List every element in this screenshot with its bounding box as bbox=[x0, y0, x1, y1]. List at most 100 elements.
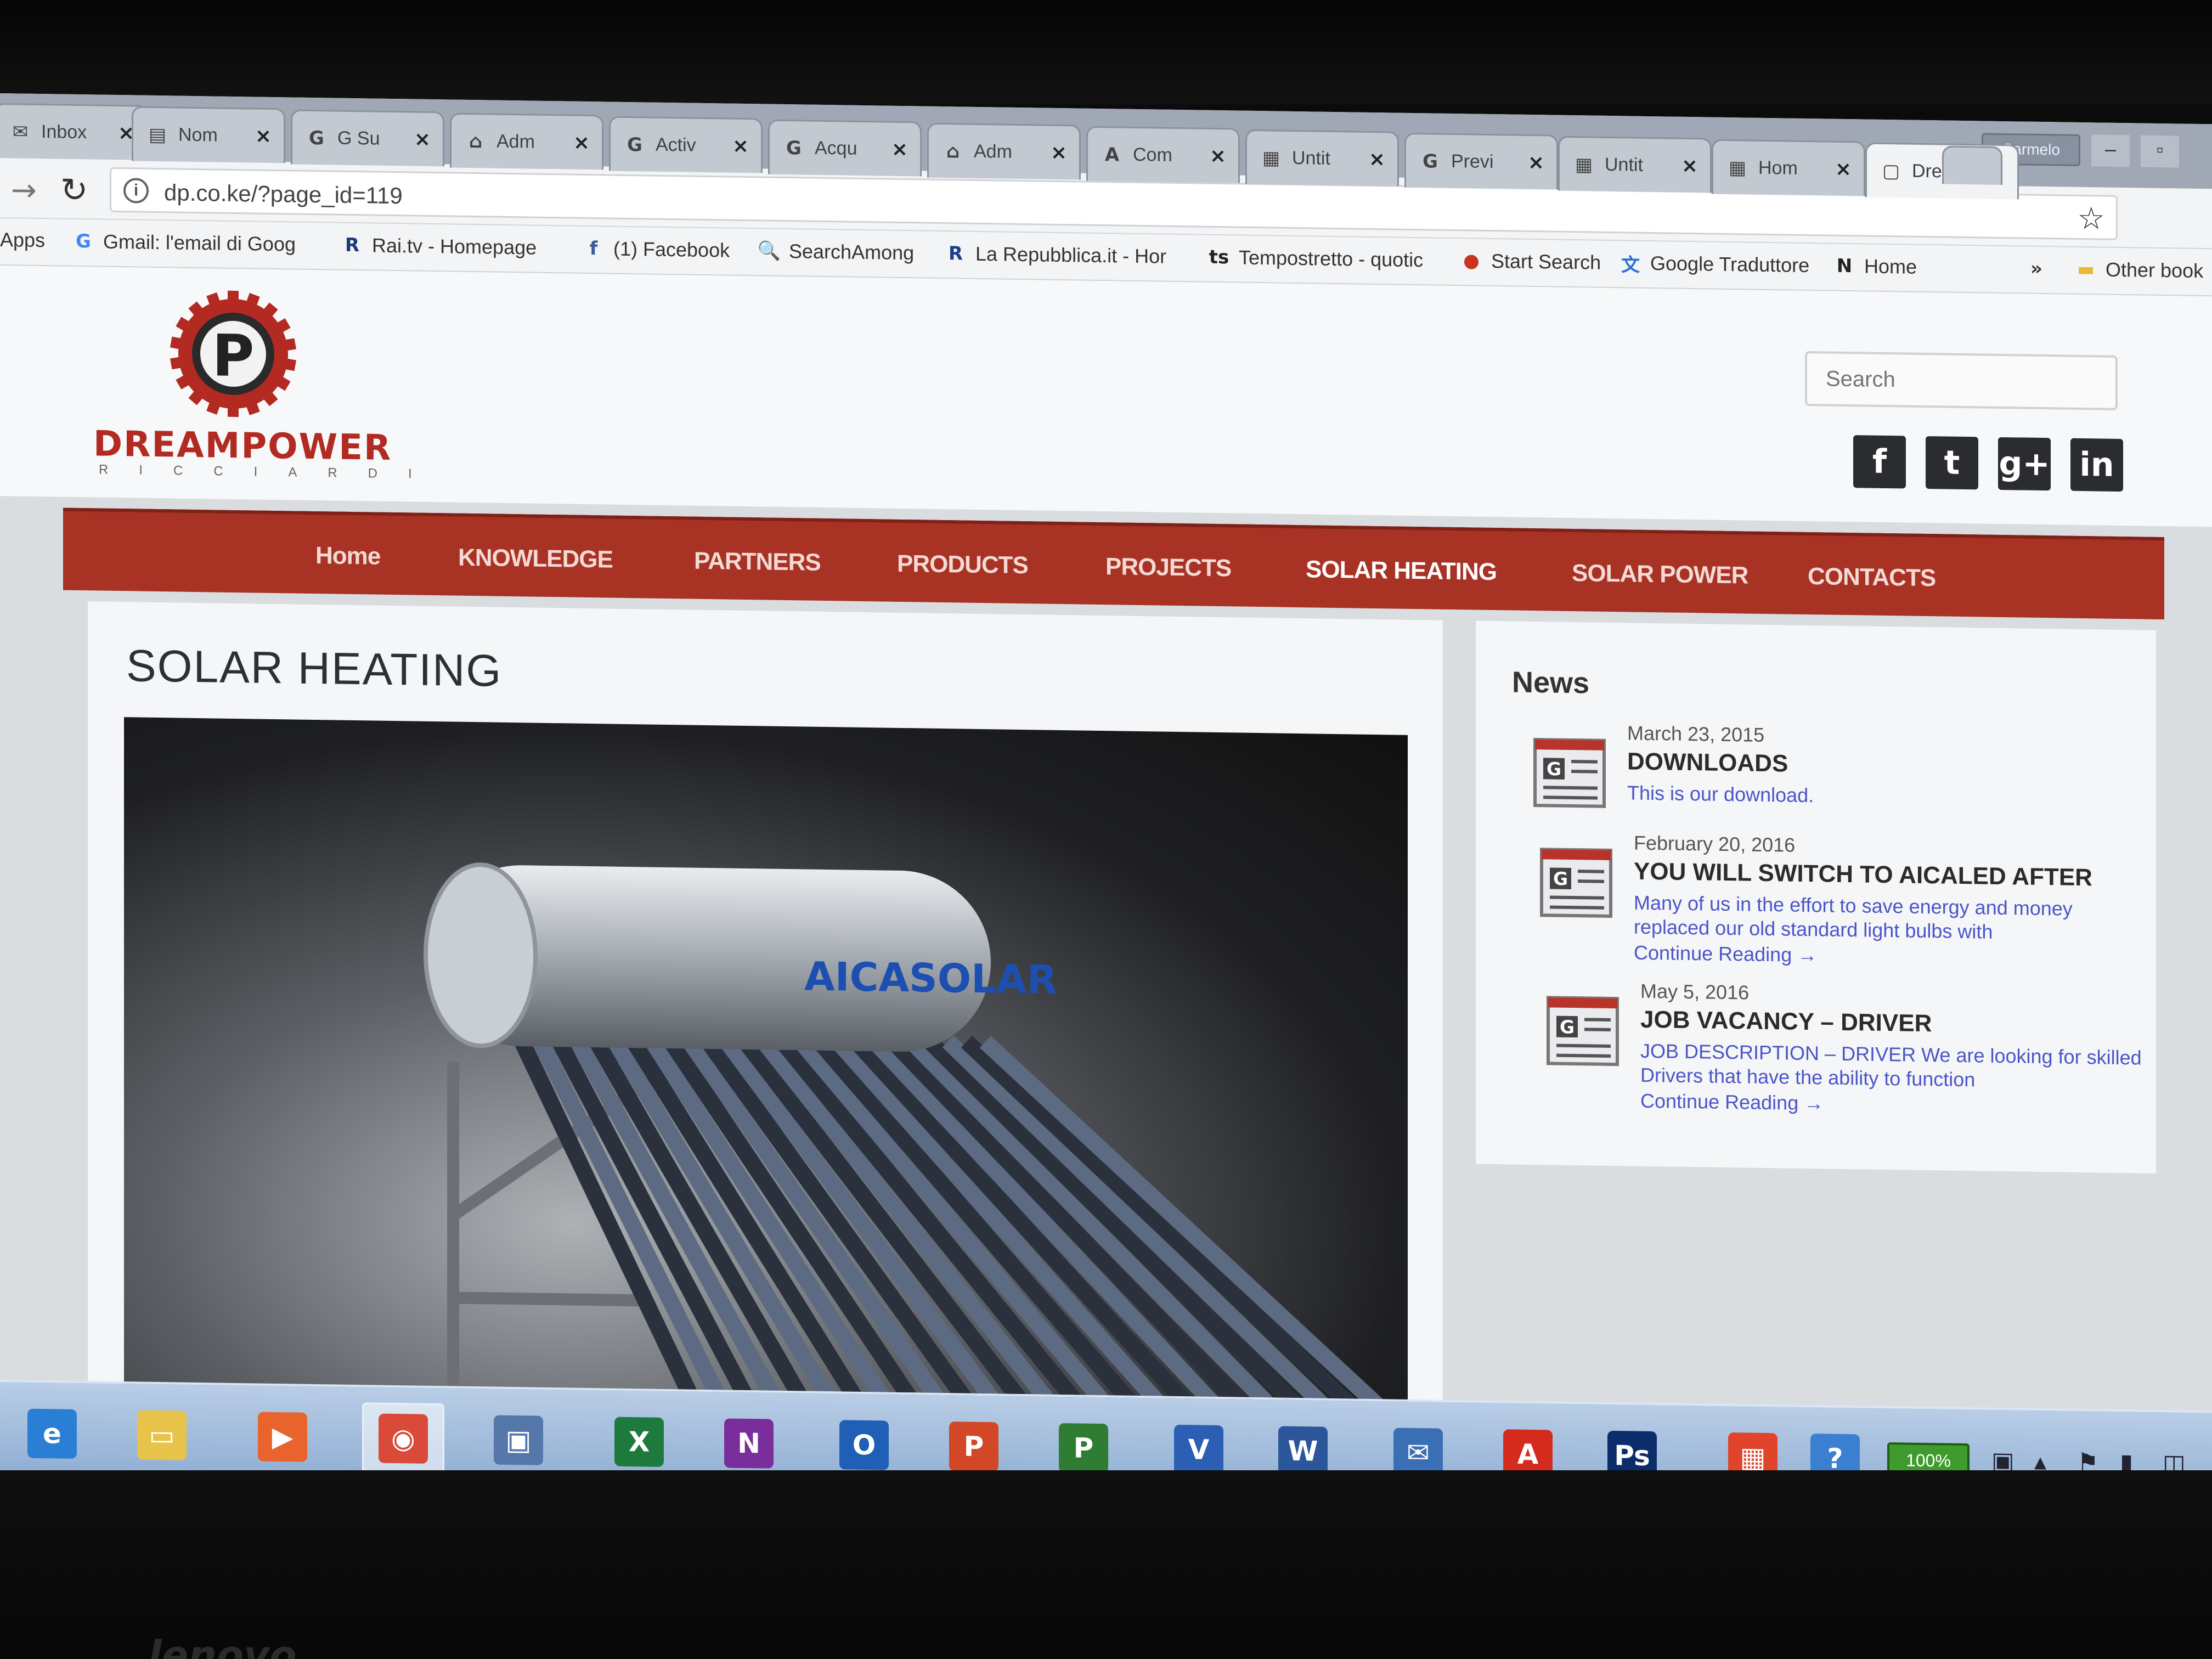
browser-tab[interactable]: G Acqu × bbox=[768, 119, 922, 177]
overflow-icon: » bbox=[2030, 257, 2042, 280]
doc-icon: ▤ bbox=[148, 123, 167, 146]
nav-item-contacts[interactable]: CONTACTS bbox=[1808, 563, 1936, 592]
taskbar-file-explorer-button[interactable]: ▭ bbox=[121, 1399, 203, 1471]
rai-icon: R bbox=[345, 234, 360, 257]
nav-item-knowledge[interactable]: KNOWLEDGE bbox=[458, 544, 613, 574]
main-navigation: Home KNOWLEDGE PARTNERS PRODUCTS PROJECTS SOL… bbox=[63, 507, 2164, 620]
ts-icon: ts bbox=[1209, 246, 1229, 269]
close-icon[interactable]: × bbox=[414, 128, 431, 151]
google-icon: G bbox=[1423, 150, 1438, 173]
twitter-icon[interactable]: t bbox=[1926, 436, 1978, 490]
google-icon: G bbox=[627, 133, 642, 156]
nav-item-solar-power[interactable]: SOLAR POWER bbox=[1572, 560, 1748, 589]
powerpoint-icon: P bbox=[949, 1421, 998, 1472]
bookmark-item[interactable]: ▬ Other book bbox=[2074, 257, 2203, 283]
close-icon[interactable]: × bbox=[1210, 145, 1226, 167]
reload-icon[interactable]: ↻ bbox=[60, 171, 88, 210]
laptop-bezel-bottom: lenovo bbox=[0, 1470, 2212, 1659]
newspaper-icon: G bbox=[1535, 841, 1617, 924]
page-title: SOLAR HEATING bbox=[126, 641, 503, 696]
nav-item-products[interactable]: PRODUCTS bbox=[897, 550, 1028, 579]
news-headline[interactable]: YOU WILL SWITCH TO AICALED AFTER bbox=[1634, 858, 2092, 892]
bookmark-star-icon[interactable]: ☆ bbox=[2078, 201, 2105, 237]
close-icon[interactable]: × bbox=[1835, 158, 1852, 180]
logo-wordmark[interactable]: DREAMPOWER bbox=[93, 424, 392, 469]
taskbar-excel-button[interactable]: X bbox=[598, 1406, 680, 1478]
bookmark-item[interactable]: » bbox=[2024, 257, 2049, 281]
tab-label: Untit bbox=[1292, 147, 1330, 169]
nav-item-solar-heating[interactable]: SOLAR HEATING bbox=[1306, 556, 1497, 586]
bookmark-item[interactable]: ts Tempostretto - quotic bbox=[1207, 245, 1423, 273]
facebook-icon[interactable]: f bbox=[1853, 435, 1906, 489]
news-excerpt[interactable]: JOB DESCRIPTION – DRIVER We are looking … bbox=[1640, 1039, 2145, 1094]
browser-tab[interactable]: ▦ Hom × bbox=[1712, 139, 1865, 196]
maximize-button[interactable]: ▫ bbox=[2141, 135, 2179, 168]
news-excerpt[interactable]: This is our download. bbox=[1627, 781, 2132, 812]
new-tab-button[interactable] bbox=[1942, 145, 2002, 185]
taskbar-onenote-button[interactable]: N bbox=[708, 1407, 790, 1480]
search-icon: 🔍 bbox=[757, 240, 781, 262]
browser-tab[interactable]: G G Su × bbox=[291, 109, 444, 167]
browser-tab[interactable]: ▦ Untit × bbox=[1558, 136, 1712, 193]
bookmark-item[interactable]: Apps bbox=[0, 228, 45, 252]
bookmark-label: Apps bbox=[0, 228, 46, 252]
bookmark-item[interactable]: R La Repubblica.it - Hor bbox=[944, 241, 1166, 269]
close-icon[interactable]: × bbox=[255, 125, 272, 147]
google-icon: G bbox=[786, 137, 802, 159]
tab-label: G Su bbox=[337, 127, 380, 149]
news-headline[interactable]: DOWNLOADS bbox=[1627, 748, 1788, 777]
nav-item-partners[interactable]: PARTNERS bbox=[694, 548, 821, 577]
n-icon: N bbox=[1836, 255, 1853, 278]
bookmark-item[interactable]: 🔍 SearchAmong bbox=[757, 239, 914, 265]
bookmark-item[interactable]: N Home bbox=[1832, 254, 1917, 279]
googleplus-icon[interactable]: g+ bbox=[1998, 437, 2051, 491]
bookmark-item[interactable]: ● Start Search bbox=[1459, 249, 1601, 275]
site-search-input[interactable] bbox=[1805, 351, 2118, 410]
monitor-bezel-top bbox=[0, 0, 2212, 104]
browser-tab[interactable]: ▤ Nom × bbox=[132, 106, 285, 163]
taskbar-media-player-button[interactable]: ▶ bbox=[241, 1401, 324, 1473]
minimize-button[interactable]: – bbox=[2091, 134, 2130, 167]
news-headline[interactable]: JOB VACANCY – DRIVER bbox=[1640, 1006, 1932, 1037]
browser-tab[interactable]: ⌂ Adm × bbox=[450, 112, 603, 170]
news-item: G February 20, 2016 YOU WILL SWITCH TO AIC… bbox=[1535, 830, 2149, 966]
nav-item-projects[interactable]: PROJECTS bbox=[1105, 553, 1231, 582]
translate-icon: 文 bbox=[1621, 253, 1640, 276]
close-icon[interactable]: × bbox=[891, 138, 908, 161]
close-icon[interactable]: × bbox=[573, 132, 590, 154]
news-list: G March 23, 2015 DOWNLOADS This is our down… bbox=[1476, 621, 2156, 1114]
bookmark-item[interactable]: f (1) Facebook bbox=[582, 236, 730, 263]
close-icon[interactable]: × bbox=[1528, 151, 1544, 174]
browser-tab[interactable]: A Com × bbox=[1086, 126, 1240, 183]
close-icon[interactable]: × bbox=[1369, 148, 1385, 171]
internet-explorer-icon: e bbox=[27, 1408, 77, 1459]
browser-tab[interactable]: G Activ × bbox=[609, 116, 763, 173]
url-text[interactable]: dp.co.ke/?page_id=119 bbox=[164, 179, 403, 209]
browser-tab[interactable]: G Previ × bbox=[1404, 132, 1558, 190]
nav-item-home[interactable]: Home bbox=[315, 542, 380, 571]
close-icon[interactable]: × bbox=[1681, 155, 1698, 177]
bookmark-item[interactable]: R Rai.tv - Homepage bbox=[340, 233, 537, 260]
bookmark-item[interactable]: 文 Google Traduttore bbox=[1618, 251, 1809, 278]
logo-gear-icon[interactable]: P bbox=[165, 284, 302, 423]
close-icon[interactable]: × bbox=[1051, 142, 1067, 164]
taskbar-internet-explorer-button[interactable]: e bbox=[11, 1397, 93, 1470]
bookmark-item[interactable]: G Gmail: l'email di Goog bbox=[71, 229, 296, 257]
browser-tab[interactable]: ✉ Inbox × bbox=[0, 103, 148, 160]
photo-frame: Carmelo – ▫ → ↻ i dp.co.ke/?page_id=119 … bbox=[0, 0, 2212, 1659]
linkedin-icon[interactable]: in bbox=[2070, 438, 2123, 492]
continue-reading-link[interactable]: Continue Reading → bbox=[1640, 1090, 1824, 1115]
info-icon[interactable]: i bbox=[123, 178, 149, 204]
newspaper-icon: G bbox=[1542, 989, 1624, 1073]
forward-icon[interactable]: → bbox=[11, 172, 37, 208]
close-icon[interactable]: × bbox=[732, 135, 749, 157]
folder-icon: ▬ bbox=[2076, 258, 2095, 281]
taskbar-chrome-button[interactable]: ◉ bbox=[362, 1402, 444, 1475]
news-date: May 5, 2016 bbox=[1640, 979, 1750, 1004]
browser-tab[interactable]: ▦ Untit × bbox=[1245, 129, 1399, 187]
continue-reading-link[interactable]: Continue Reading → bbox=[1634, 941, 1817, 967]
word-icon: W bbox=[1278, 1426, 1328, 1476]
news-excerpt[interactable]: Many of us in the effort to save energy … bbox=[1634, 891, 2138, 946]
taskbar-calendar-button[interactable]: ▣ bbox=[477, 1404, 560, 1476]
browser-tab[interactable]: ⌂ Adm × bbox=[927, 122, 1081, 180]
